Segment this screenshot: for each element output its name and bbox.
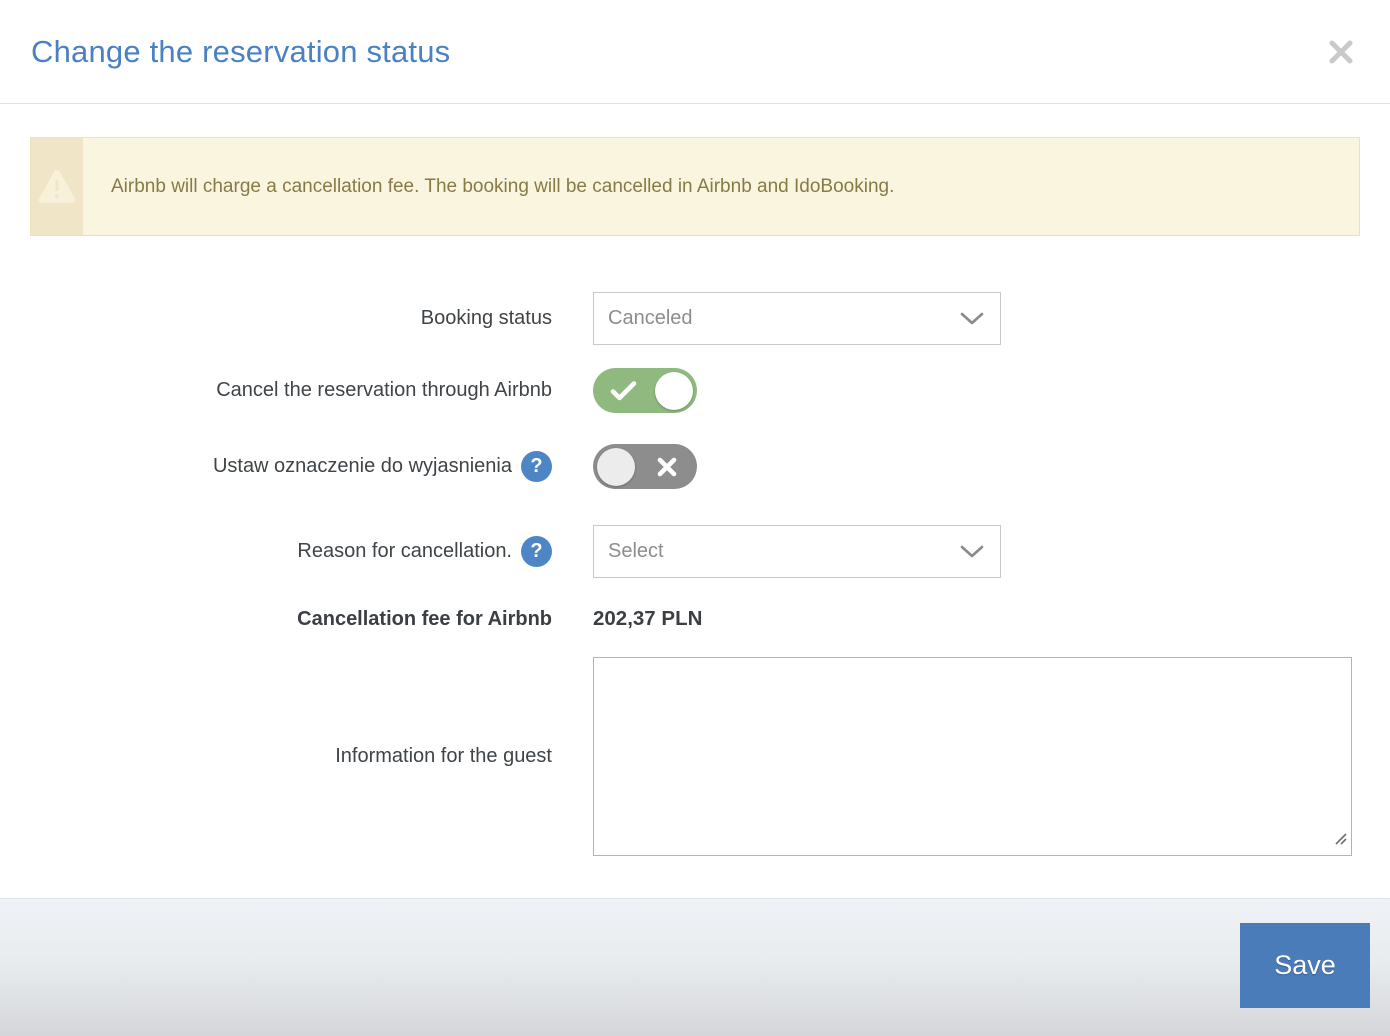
toggle-knob [655,372,693,410]
page-title: Change the reservation status [31,34,450,70]
mark-for-clarification-row: Ustaw oznaczenie do wyjasnienia ? [0,444,1390,489]
guest-info-label: Information for the guest [0,745,552,768]
mark-for-clarification-label: Ustaw oznaczenie do wyjasnienia ? [0,451,552,482]
booking-status-label: Booking status [0,307,552,330]
guest-info-textarea[interactable] [593,657,1352,856]
x-icon [656,456,678,478]
cancellation-fee-value: 202,37 PLN [593,607,702,630]
guest-info-row: Information for the guest [0,657,1390,856]
booking-status-selected-value: Canceled [608,307,693,330]
mark-for-clarification-text: Ustaw oznaczenie do wyjasnienia [213,455,512,478]
cancellation-fee-row: Cancellation fee for Airbnb 202,37 PLN [0,607,1390,631]
booking-status-row: Booking status Canceled [0,292,1390,345]
close-button[interactable] [1323,34,1359,70]
help-icon[interactable]: ? [521,536,552,567]
cancel-via-airbnb-label: Cancel the reservation through Airbnb [0,379,552,402]
warning-icon-strip [31,138,83,235]
close-icon [1326,37,1356,67]
mark-for-clarification-toggle[interactable] [593,444,697,489]
cancellation-fee-label: Cancellation fee for Airbnb [0,608,552,631]
save-button[interactable]: Save [1240,923,1370,1008]
modal-header: Change the reservation status [0,0,1390,104]
warning-banner: Airbnb will charge a cancellation fee. T… [30,137,1360,236]
chevron-down-icon [960,545,984,558]
cancellation-reason-selected-value: Select [608,540,664,563]
warning-triangle-icon [37,168,77,206]
cancel-via-airbnb-row: Cancel the reservation through Airbnb [0,368,1390,413]
cancellation-reason-text: Reason for cancellation. [297,540,512,563]
cancellation-reason-row: Reason for cancellation. ? Select [0,525,1390,578]
reservation-status-form: Booking status Canceled Cancel the reser… [0,292,1390,856]
warning-message: Airbnb will charge a cancellation fee. T… [83,138,894,235]
chevron-down-icon [960,312,984,325]
cancellation-reason-select[interactable]: Select [593,525,1001,578]
modal-footer: Save [0,898,1390,1036]
toggle-knob [597,448,635,486]
cancellation-reason-label: Reason for cancellation. ? [0,536,552,567]
booking-status-select[interactable]: Canceled [593,292,1001,345]
check-icon [610,380,637,401]
cancel-via-airbnb-toggle[interactable] [593,368,697,413]
help-icon[interactable]: ? [521,451,552,482]
